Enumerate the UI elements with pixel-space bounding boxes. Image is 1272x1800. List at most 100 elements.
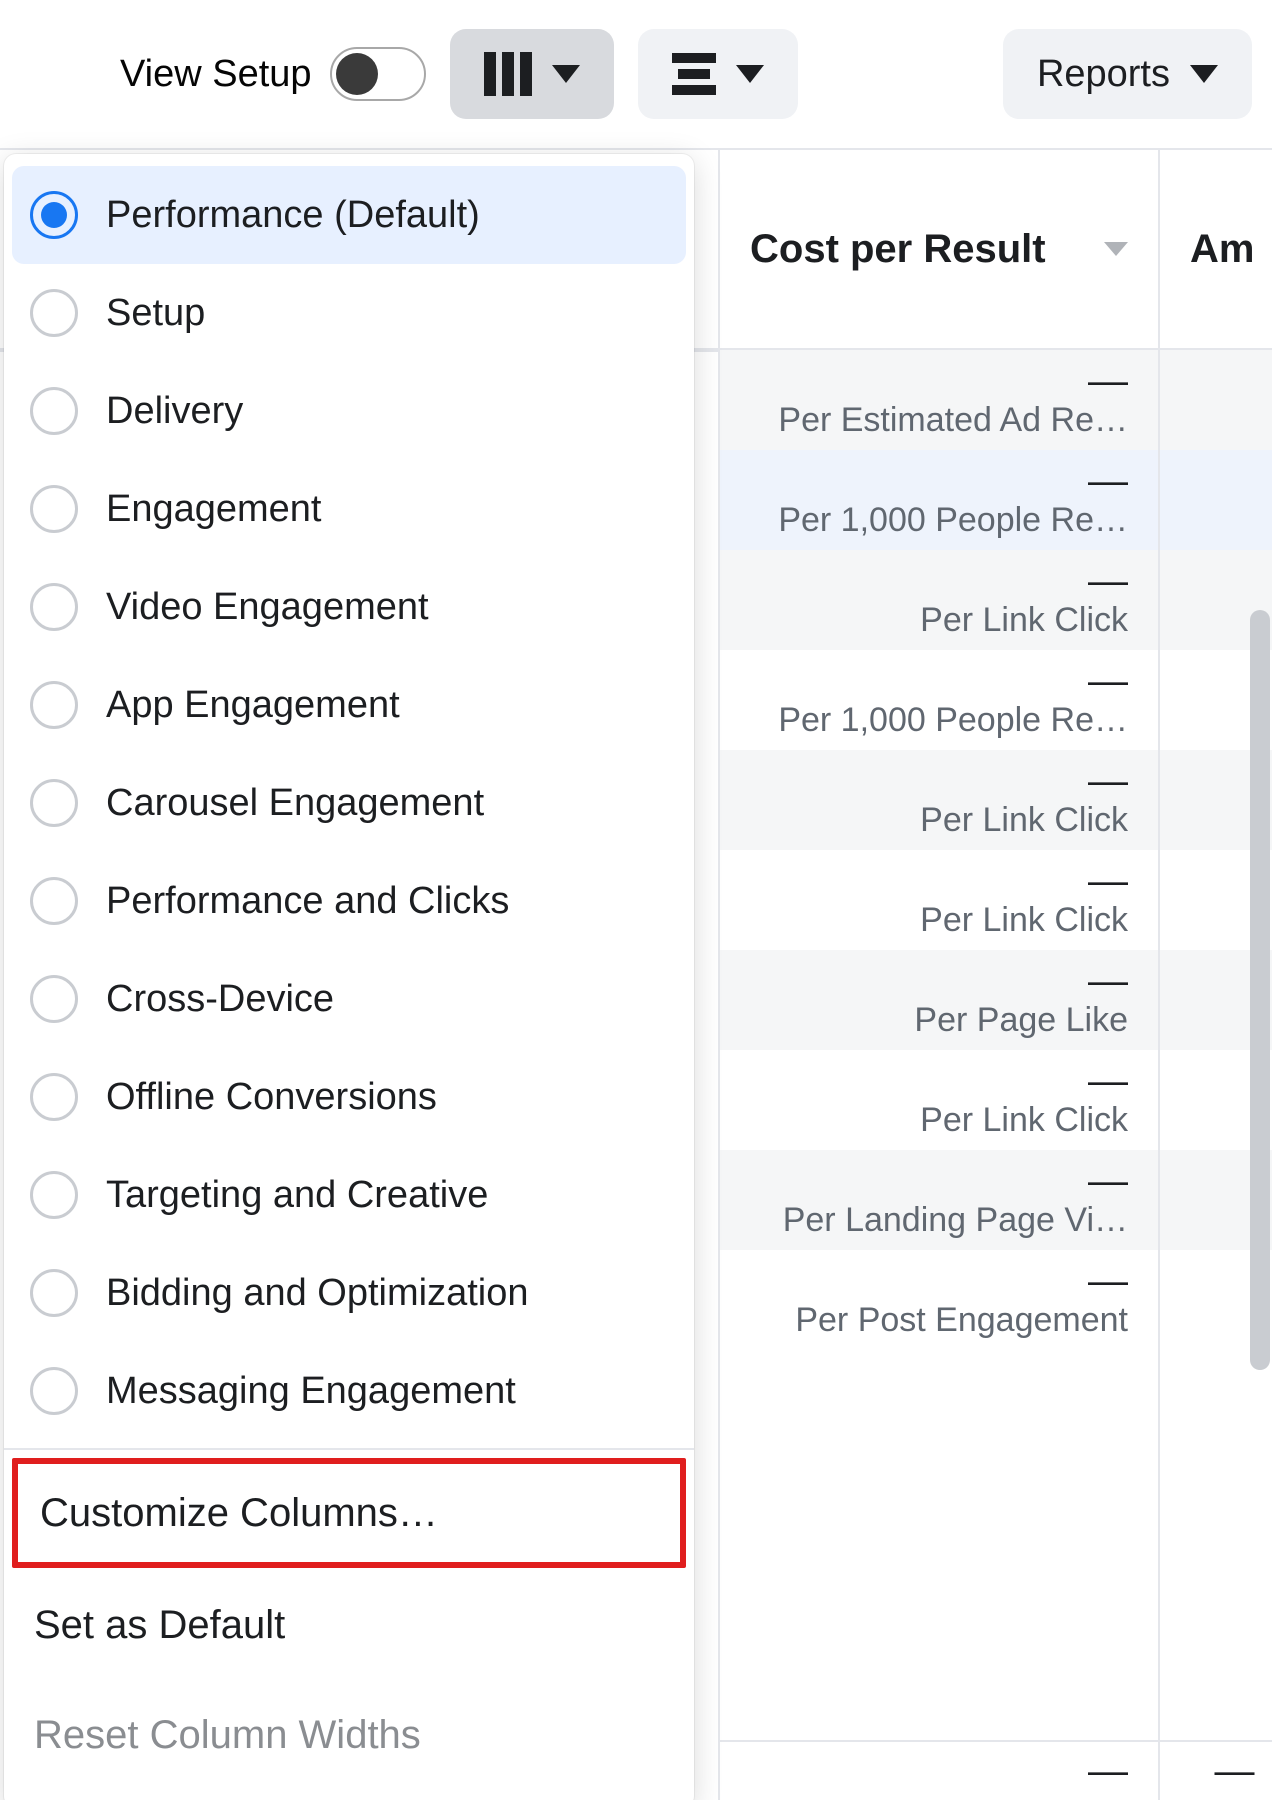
table-row[interactable]: —Per Landing Page Vi… [720,1150,1158,1250]
column-label: Am [1190,227,1254,272]
row-value: — [1088,1261,1128,1301]
reports-button[interactable]: Reports [1003,29,1252,119]
column-preset-option[interactable]: Performance and Clicks [12,852,686,950]
row-sublabel: Per Landing Page Vi… [783,1201,1128,1240]
preset-label: Offline Conversions [106,1076,437,1119]
table-row[interactable] [1160,350,1272,450]
table-row[interactable]: —Per Link Click [720,750,1158,850]
row-value: — [1088,961,1128,1001]
table-row[interactable]: —Per 1,000 People Re… [720,650,1158,750]
column-preset-option[interactable]: Targeting and Creative [12,1146,686,1244]
reset-column-widths-action[interactable]: Reset Column Widths [12,1680,686,1790]
column-preset-option[interactable]: Carousel Engagement [12,754,686,852]
table-row[interactable]: —Per Estimated Ad Re… [720,350,1158,450]
row-value: — [1088,1061,1128,1101]
view-setup-toggle[interactable] [330,47,426,101]
radio-icon [30,975,78,1023]
row-value: — [1088,1161,1128,1201]
row-sublabel: Per Estimated Ad Re… [778,401,1128,440]
column-preset-option[interactable]: Video Engagement [12,558,686,656]
column-preset-option[interactable]: Delivery [12,362,686,460]
preset-label: Performance (Default) [106,194,480,237]
breakdown-icon [672,53,716,95]
content-area: Cost per Result —Per Estimated Ad Re…—Pe… [0,150,1272,1800]
row-value: — [1088,861,1128,901]
customize-columns-label: Customize Columns… [40,1491,438,1536]
breakdown-button[interactable] [638,29,798,119]
row-sublabel: Per Link Click [920,1101,1128,1140]
table-row[interactable] [1160,450,1272,550]
radio-icon [30,387,78,435]
radio-icon [30,681,78,729]
amount-header[interactable]: Am [1160,150,1272,350]
columns-button[interactable] [450,29,614,119]
preset-label: Setup [106,292,205,335]
table-row[interactable]: —Per Link Click [720,850,1158,950]
column-preset-option[interactable]: App Engagement [12,656,686,754]
cost-per-result-header[interactable]: Cost per Result [720,150,1158,350]
radio-icon [30,485,78,533]
radio-icon [30,1171,78,1219]
table-row[interactable]: —Per Link Click [720,550,1158,650]
preset-label: Cross-Device [106,978,334,1021]
row-sublabel: Per Link Click [920,601,1128,640]
reset-widths-label: Reset Column Widths [34,1713,421,1758]
column-preset-option[interactable]: Engagement [12,460,686,558]
column-preset-option[interactable]: Offline Conversions [12,1048,686,1146]
chevron-down-icon [1190,65,1218,83]
preset-label: Delivery [106,390,243,433]
column-preset-option[interactable]: Messaging Engagement [12,1342,686,1440]
cost-footer: — [720,1740,1158,1800]
footer-dash: — [1088,1749,1128,1794]
table-row[interactable]: —Per 1,000 People Re… [720,450,1158,550]
preset-label: Engagement [106,488,322,531]
radio-icon [30,779,78,827]
preset-label: App Engagement [106,684,400,727]
row-sublabel: Per 1,000 People Re… [778,701,1128,740]
radio-icon [30,191,78,239]
preset-label: Messaging Engagement [106,1370,516,1413]
row-value: — [1088,661,1128,701]
chevron-down-icon [552,65,580,83]
row-sublabel: Per Page Like [914,1001,1128,1040]
view-setup-toggle-group: View Setup [20,47,426,101]
radio-icon [30,289,78,337]
toolbar: View Setup Reports [0,0,1272,150]
preset-label: Targeting and Creative [106,1174,488,1217]
vertical-scrollbar[interactable] [1250,610,1270,1370]
table-row[interactable]: —Per Post Engagement [720,1250,1158,1350]
preset-label: Video Engagement [106,586,429,629]
radio-icon [30,583,78,631]
row-sublabel: Per Link Click [920,801,1128,840]
customize-columns-action[interactable]: Customize Columns… [12,1458,686,1568]
chevron-down-icon [736,65,764,83]
table-row[interactable]: —Per Link Click [720,1050,1158,1150]
radio-icon [30,1367,78,1415]
row-value: — [1088,461,1128,501]
radio-icon [30,877,78,925]
radio-icon [30,1269,78,1317]
cost-per-result-column: Cost per Result —Per Estimated Ad Re…—Pe… [720,150,1160,1800]
column-preset-option[interactable]: Performance (Default) [12,166,686,264]
column-label: Cost per Result [750,227,1046,272]
row-sublabel: Per 1,000 People Re… [778,501,1128,540]
table-row[interactable]: —Per Page Like [720,950,1158,1050]
column-preset-option[interactable]: Bidding and Optimization [12,1244,686,1342]
preset-label: Performance and Clicks [106,880,509,923]
column-preset-option[interactable]: Cross-Device [12,950,686,1048]
row-sublabel: Per Post Engagement [795,1301,1128,1340]
dropdown-divider [4,1448,694,1450]
columns-dropdown: Performance (Default) Setup Delivery Engage… [4,154,694,1800]
columns-icon [484,52,532,96]
footer-dash: — [1214,1749,1254,1794]
set-as-default-action[interactable]: Set as Default [12,1570,686,1680]
toggle-knob [336,53,378,95]
preset-label: Bidding and Optimization [106,1272,528,1315]
set-default-label: Set as Default [34,1603,285,1648]
sort-caret-icon [1104,242,1128,256]
row-value: — [1088,761,1128,801]
row-value: — [1088,561,1128,601]
cost-rows: —Per Estimated Ad Re…—Per 1,000 People R… [720,350,1158,1740]
column-preset-option[interactable]: Setup [12,264,686,362]
radio-icon [30,1073,78,1121]
